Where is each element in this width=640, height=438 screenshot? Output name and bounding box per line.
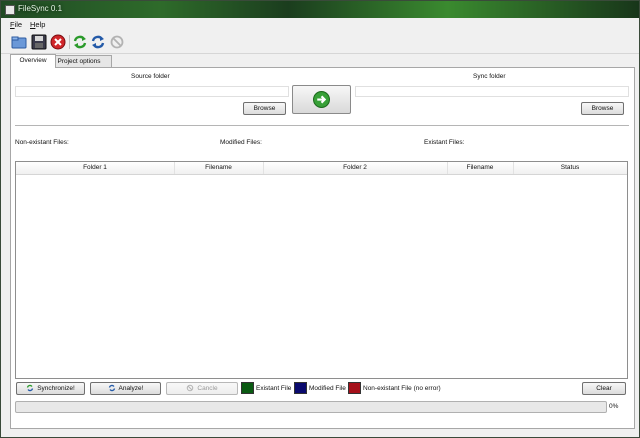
toolbar-separator [69,35,70,49]
legend-existant-label: Existant File [256,385,292,392]
tab-overview[interactable]: Overview [10,54,56,68]
refresh-green-icon[interactable] [72,34,88,50]
cancel-icon [187,385,194,392]
menu-help-rest: elp [35,20,46,29]
arrow-right-icon [313,91,330,108]
synchronize-button-label: Synchronize! [37,385,75,392]
app-icon [5,5,15,15]
open-folder-icon[interactable] [11,34,27,50]
legend-non-existant-swatch [348,382,361,394]
source-browse-button[interactable]: Browse [243,102,286,115]
analyze-icon [108,385,115,392]
save-disk-icon[interactable] [31,34,47,50]
column-filename-1[interactable]: Filename [174,164,263,171]
sync-icon [27,385,34,392]
overview-panel: Source folder Sync folder Browse Browse … [10,67,635,429]
column-status[interactable]: Status [513,164,627,171]
sync-arrow-button[interactable] [292,85,351,114]
stop-red-icon[interactable] [50,34,66,50]
legend-modified-swatch [294,382,307,394]
menu-file-rest: ile [14,20,23,29]
legend-modified-label: Modified File [309,385,346,392]
column-folder-2[interactable]: Folder 2 [263,164,447,171]
menu-file[interactable]: File [10,20,22,29]
cancel-button-label: Cancle [197,385,218,392]
existant-files-label: Existant Files: [424,139,465,146]
analyze-button[interactable]: Analyze! [90,382,161,395]
refresh-blue-icon[interactable] [90,34,106,50]
menu-help[interactable]: Help [30,20,45,29]
source-folder-input[interactable] [15,86,289,97]
sync-folder-input[interactable] [355,86,629,97]
column-filename-2[interactable]: Filename [447,164,513,171]
column-folder-1[interactable]: Folder 1 [16,164,174,171]
sync-browse-button[interactable]: Browse [581,102,624,115]
disabled-circle-icon[interactable] [109,34,125,50]
separator-line [15,125,629,126]
progress-bar [15,401,607,413]
non-existant-files-label: Non-existant Files: [15,139,69,146]
toolbar [1,31,639,54]
progress-percent: 0% [609,403,619,410]
sync-folder-label: Sync folder [473,73,506,80]
cancel-button[interactable]: Cancle [166,382,238,395]
legend-non-existant-label: Non-existant File (no error) [363,385,441,392]
title-bar[interactable]: FileSync 0.1 [1,1,639,18]
app-window: FileSync 0.1 File Help Overview Project … [0,0,640,438]
source-folder-label: Source folder [131,73,170,80]
modified-files-label: Modified Files: [220,139,262,146]
synchronize-button[interactable]: Synchronize! [16,382,85,395]
menu-bar: File Help [1,18,639,31]
clear-button[interactable]: Clear [582,382,626,395]
window-title: FileSync 0.1 [18,4,63,13]
table-header: Folder 1 Filename Folder 2 Filename Stat… [16,162,627,175]
file-table[interactable]: Folder 1 Filename Folder 2 Filename Stat… [15,161,628,379]
analyze-button-label: Analyze! [118,385,144,392]
legend-existant-swatch [241,382,254,394]
